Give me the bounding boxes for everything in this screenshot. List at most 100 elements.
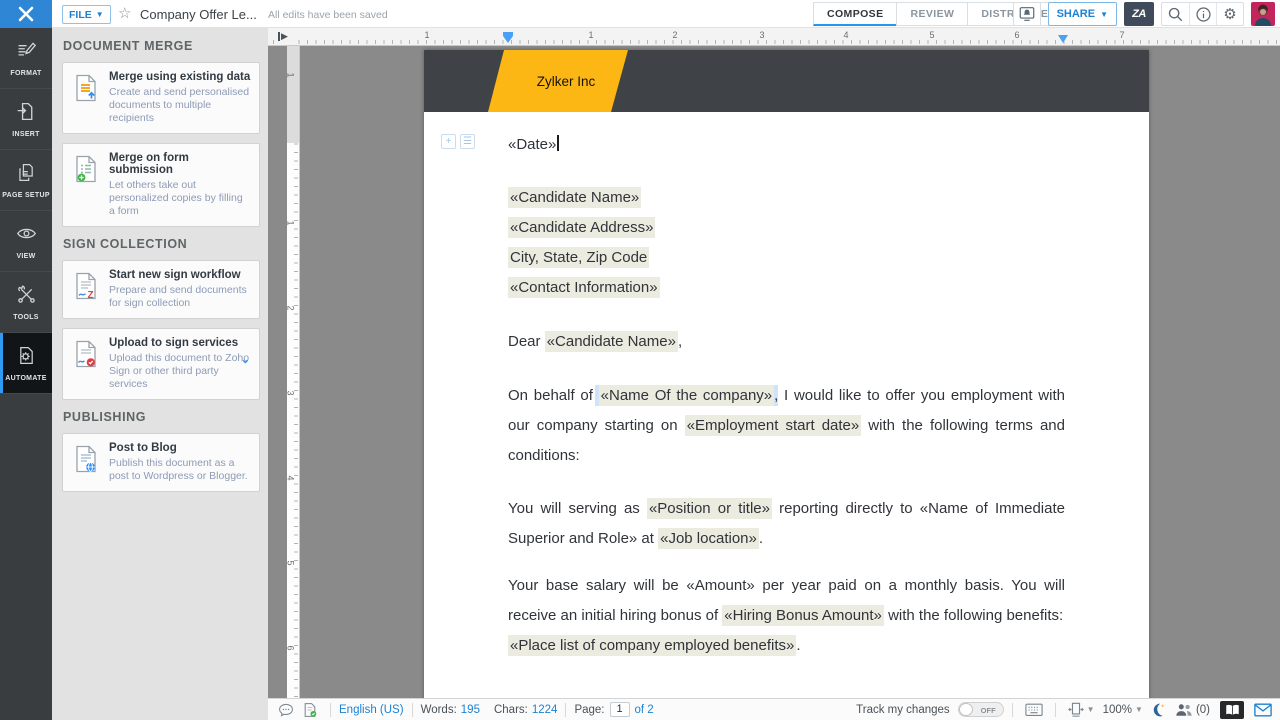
doc-paragraph[interactable]: «Place list of company employed benefits… (508, 631, 1065, 661)
document-title[interactable]: Company Offer Le... (140, 7, 257, 22)
doc-paragraph[interactable]: «Candidate Address» (508, 213, 1065, 243)
spellcheck-button[interactable] (302, 702, 318, 718)
card-title: Merge on form submission (109, 152, 189, 176)
merge-field[interactable]: «Candidate Address» (508, 217, 656, 238)
card-start-new-sign-workflow[interactable]: Z Start new sign workflow Prepare and send… (62, 260, 260, 319)
page-number-input[interactable]: 1 (609, 702, 630, 717)
add-element-icon[interactable]: + (441, 134, 456, 149)
quick-insert-controls: + ☰ (441, 134, 475, 149)
merge-field[interactable]: «Employment start date» (684, 415, 862, 436)
sidebar-item-automate[interactable]: AUTOMATE (0, 333, 52, 394)
search-button[interactable] (1162, 3, 1189, 25)
doc-paragraph[interactable]: City, State, Zip Code (508, 243, 1065, 273)
card-merge-using-existing-data[interactable]: Merge using existing data Create and send… (62, 62, 260, 134)
automate-panel: DOCUMENT MERGE Merge using existing data C… (52, 28, 268, 720)
card-title: Upload to sign services (109, 337, 239, 349)
ruler-number: 6 (285, 645, 296, 651)
writer-logo[interactable] (0, 0, 52, 28)
format-icon (16, 40, 37, 66)
topbar-right: SHARE ▼ ZA ⚙ (1012, 2, 1275, 26)
doc-paragraph[interactable]: Your base salary will be «Amount» per ye… (508, 571, 1065, 631)
sidebar-item-label: PAGE SETUP (2, 191, 50, 199)
zoom-control[interactable]: 100% ▼ (1103, 704, 1143, 716)
document-body[interactable]: «Date» «Candidate Name» «Candidate Address… (508, 130, 1065, 661)
chevron-down-icon[interactable]: ⌄ (241, 353, 250, 366)
ruler-number: 1 (586, 30, 596, 40)
merge-field[interactable]: «Contact Information» (508, 277, 660, 298)
doc-paragraph[interactable]: «Candidate Name» (508, 183, 1065, 213)
announcement-button[interactable] (1012, 2, 1041, 26)
share-button[interactable]: SHARE ▼ (1047, 2, 1117, 26)
avatar-photo (1251, 2, 1275, 26)
merge-field[interactable]: «Name Of the company» (598, 385, 775, 406)
card-description: Publish this document as a post to Wordp… (109, 457, 248, 482)
sidebar-item-view[interactable]: VIEW (0, 211, 52, 272)
moon-icon (1153, 703, 1165, 716)
merge-form-icon (74, 155, 98, 188)
ruler-number: 6 (1012, 30, 1022, 40)
doc-paragraph[interactable]: You will serving as «Position or title» … (508, 494, 1065, 554)
sidebar-item-page-setup[interactable]: PAGE SETUP (0, 150, 52, 211)
language-selector[interactable]: English (US) (339, 704, 404, 716)
merge-field[interactable]: «Position or title» (646, 498, 772, 519)
night-mode-button[interactable] (1151, 702, 1167, 718)
svg-text:Z: Z (88, 290, 94, 300)
doc-paragraph[interactable]: «Date» (508, 130, 1065, 160)
tab-compose[interactable]: COMPOSE (813, 2, 898, 26)
keyboard-shortcuts-button[interactable] (1025, 703, 1043, 717)
card-upload-to-sign-services[interactable]: Upload to sign services Upload this docum… (62, 328, 260, 400)
left-indent-marker[interactable] (503, 31, 513, 49)
info-button[interactable] (1189, 3, 1216, 25)
doc-paragraph[interactable]: Dear «Candidate Name», (508, 327, 1065, 357)
user-avatar[interactable] (1251, 2, 1275, 26)
favorite-star-icon[interactable]: ☆ (118, 4, 131, 22)
merge-field[interactable]: «Place list of company employed benefits… (508, 635, 797, 656)
doc-text: On behalf of (508, 387, 599, 404)
card-title: Start new sign workflow (109, 269, 241, 281)
doc-paragraph[interactable]: On behalf of «Name Of the company», I wo… (508, 381, 1065, 471)
fit-page-button[interactable]: ▼ (1067, 702, 1095, 717)
chevron-down-icon: ▼ (95, 10, 104, 19)
sidebar-item-tools[interactable]: TOOLS (0, 272, 52, 333)
track-changes-toggle[interactable]: OFF (957, 702, 1004, 717)
document-page[interactable]: Zylker Inc + ☰ «Date» «Candidate Name» «Ca… (424, 50, 1149, 720)
vertical-ruler[interactable]: 1 1 2 3 4 5 6 (285, 46, 300, 720)
reader-view-button[interactable] (1220, 700, 1244, 719)
ruler-number: 5 (927, 30, 937, 40)
company-name: Zylker Inc (536, 73, 596, 89)
doc-text: . (796, 637, 801, 654)
left-toolbar: FORMAT INSERT PAGE SETUP VIEW TOOLS AUTOMATE (0, 28, 52, 720)
ruler-number: 4 (841, 30, 851, 40)
file-menu-label: FILE (69, 8, 92, 21)
sidebar-item-format[interactable]: FORMAT (0, 28, 52, 89)
card-description: Upload this document to Zoho Sign or oth… (109, 352, 250, 390)
horizontal-ruler[interactable]: ▶ 1 1 2 3 4 5 6 7 (268, 28, 1280, 46)
word-count[interactable]: 195 (461, 704, 480, 716)
settings-button[interactable]: ⚙ (1216, 3, 1243, 25)
merge-field[interactable]: «Candidate Name» (508, 187, 642, 208)
comments-button[interactable] (278, 702, 294, 718)
file-menu-button[interactable]: FILE ▼ (62, 5, 111, 24)
statusbar: English (US) Words: 195 Chars: 1224 Page… (268, 698, 1280, 720)
right-indent-marker[interactable] (1058, 31, 1068, 49)
paragraph-options-icon[interactable]: ☰ (460, 134, 475, 149)
tab-review[interactable]: REVIEW (896, 2, 969, 26)
char-count[interactable]: 1224 (532, 704, 558, 716)
merge-field[interactable]: «Hiring Bonus Amount» (722, 605, 884, 626)
zia-button[interactable]: ZA (1124, 2, 1154, 26)
open-book-icon (1225, 704, 1239, 715)
card-title: Merge using existing data (109, 71, 251, 83)
merge-field[interactable]: City, State, Zip Code (508, 247, 650, 268)
document-area: ▶ 1 1 2 3 4 5 6 7 1 1 2 3 4 5 6 Zylker Inc + ☰ «Date»… (268, 28, 1280, 720)
merge-field[interactable]: «Candidate Name» (544, 331, 678, 352)
feedback-button[interactable] (1254, 702, 1272, 717)
card-post-to-blog[interactable]: Post to Blog Publish this document as a p… (62, 433, 260, 492)
sidebar-item-insert[interactable]: INSERT (0, 89, 52, 150)
merge-field[interactable]: «Job location» (658, 528, 759, 549)
doc-paragraph[interactable]: «Contact Information» (508, 273, 1065, 303)
section-heading-sign-collection: SIGN COLLECTION (63, 237, 188, 251)
panel-collapse-handle[interactable]: ▶ (276, 29, 292, 44)
collaborators-button[interactable]: (0) (1175, 702, 1210, 717)
card-merge-on-form-submission[interactable]: Merge on form submission Let others take … (62, 143, 260, 227)
toggle-knob (958, 703, 973, 716)
